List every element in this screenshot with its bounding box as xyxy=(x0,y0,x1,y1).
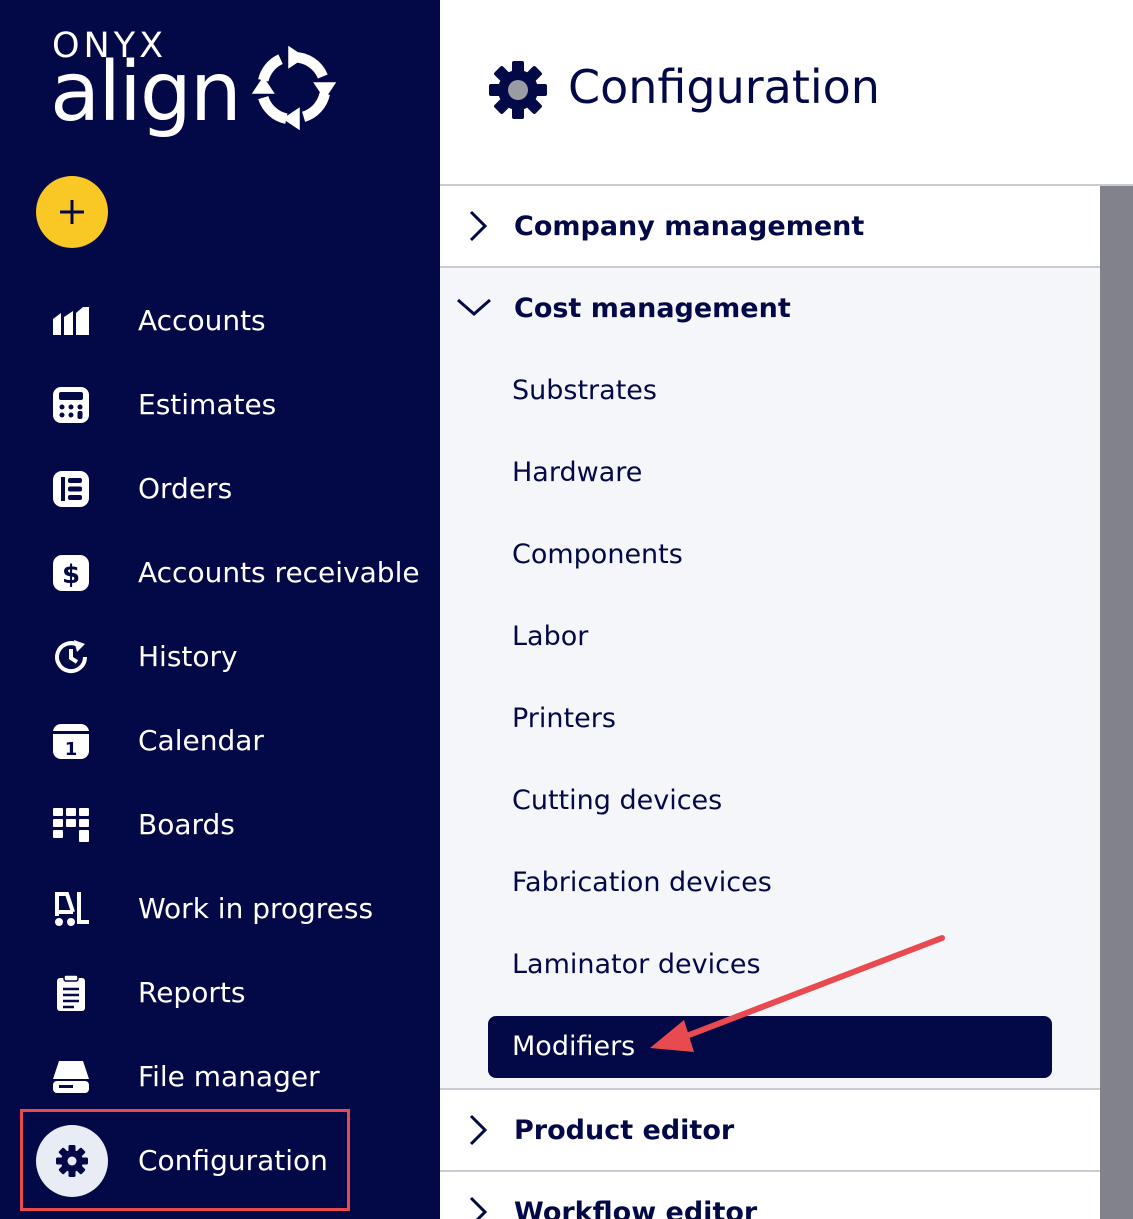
menu-item-cutting-devices[interactable]: Cutting devices xyxy=(440,760,1100,842)
sidebar-item-label: Orders xyxy=(138,472,233,505)
orders-icon xyxy=(50,469,92,509)
sidebar-item-label: Configuration xyxy=(138,1144,328,1177)
sidebar-item-label: History xyxy=(138,640,238,673)
sidebar-item-accounts-receivable[interactable]: $ Accounts receivable xyxy=(0,531,440,615)
brand-product: align xyxy=(50,45,242,140)
sidebar-item-accounts[interactable]: Accounts xyxy=(0,279,440,363)
chevron-right-icon xyxy=(469,210,488,242)
sync-logo-icon xyxy=(251,45,337,131)
chevron-right-icon xyxy=(469,1114,488,1146)
menu-item-printers[interactable]: Printers xyxy=(440,678,1100,760)
sidebar-item-history[interactable]: History xyxy=(0,615,440,699)
sidebar-item-label: Accounts receivable xyxy=(138,556,420,589)
dollar-icon: $ xyxy=(50,553,92,593)
section-label: Product editor xyxy=(514,1115,735,1146)
configuration-panel: Company management Cost management Subst… xyxy=(440,186,1100,1219)
menu-item-label: Cutting devices xyxy=(512,785,723,816)
boards-icon xyxy=(50,805,92,845)
menu-item-fabrication-devices[interactable]: Fabrication devices xyxy=(440,842,1100,924)
sidebar-item-work-in-progress[interactable]: Work in progress xyxy=(0,867,440,951)
sidebar-item-reports[interactable]: Reports xyxy=(0,951,440,1035)
gear-icon xyxy=(489,61,547,119)
forklift-icon xyxy=(50,889,92,929)
history-icon xyxy=(50,637,92,677)
menu-item-label: Laminator devices xyxy=(512,949,761,980)
gear-icon xyxy=(36,1125,108,1197)
chevron-down-icon xyxy=(457,298,491,316)
sidebar-item-boards[interactable]: Boards xyxy=(0,783,440,867)
section-cost-management[interactable]: Cost management xyxy=(440,268,1100,350)
accounts-icon xyxy=(50,301,92,341)
menu-item-label: Labor xyxy=(512,621,589,652)
sidebar-item-calendar[interactable]: 1 Calendar xyxy=(0,699,440,783)
sidebar: ONYX align Accounts Estimates Orders $ A… xyxy=(0,0,440,1219)
section-label: Company management xyxy=(514,211,865,242)
scrollbar[interactable] xyxy=(1100,186,1133,1219)
section-product-editor[interactable]: Product editor xyxy=(440,1090,1100,1172)
section-label: Cost management xyxy=(514,293,791,324)
section-label: Workflow editor xyxy=(514,1197,758,1219)
menu-item-label: Printers xyxy=(512,703,616,734)
section-workflow-editor[interactable]: Workflow editor xyxy=(440,1172,1100,1219)
sidebar-item-label: Boards xyxy=(138,808,235,841)
sidebar-item-label: Calendar xyxy=(138,724,264,757)
svg-text:$: $ xyxy=(62,560,80,590)
menu-item-label: Components xyxy=(512,539,683,570)
sidebar-item-label: Accounts xyxy=(138,304,266,337)
sidebar-item-label: File manager xyxy=(138,1060,320,1093)
sidebar-item-configuration[interactable]: Configuration xyxy=(0,1119,440,1203)
menu-item-laminator-devices[interactable]: Laminator devices xyxy=(440,924,1100,1006)
menu-item-label: Substrates xyxy=(512,375,657,406)
chevron-right-icon xyxy=(469,1196,488,1219)
page-header: Configuration xyxy=(440,0,1133,186)
sidebar-item-label: Reports xyxy=(138,976,246,1009)
clipboard-icon xyxy=(50,973,92,1013)
menu-item-label: Hardware xyxy=(512,457,643,488)
sidebar-item-estimates[interactable]: Estimates xyxy=(0,363,440,447)
calculator-icon xyxy=(50,385,92,425)
calendar-icon: 1 xyxy=(50,721,92,761)
menu-item-hardware[interactable]: Hardware xyxy=(440,432,1100,514)
sidebar-item-label: Work in progress xyxy=(138,892,374,925)
menu-item-substrates[interactable]: Substrates xyxy=(440,350,1100,432)
svg-text:1: 1 xyxy=(65,739,78,760)
sidebar-item-label: Estimates xyxy=(138,388,277,421)
sidebar-item-file-manager[interactable]: File manager xyxy=(0,1035,440,1119)
section-company-management[interactable]: Company management xyxy=(440,186,1100,268)
menu-item-modifiers[interactable]: Modifiers xyxy=(440,1006,1100,1088)
page-title: Configuration xyxy=(568,60,880,114)
sidebar-item-orders[interactable]: Orders xyxy=(0,447,440,531)
menu-item-components[interactable]: Components xyxy=(440,514,1100,596)
menu-item-labor[interactable]: Labor xyxy=(440,596,1100,678)
plus-icon xyxy=(60,200,84,224)
menu-item-label: Fabrication devices xyxy=(512,867,772,898)
menu-item-label: Modifiers xyxy=(512,1031,636,1062)
drive-icon xyxy=(50,1057,92,1097)
create-new-button[interactable] xyxy=(36,176,108,248)
